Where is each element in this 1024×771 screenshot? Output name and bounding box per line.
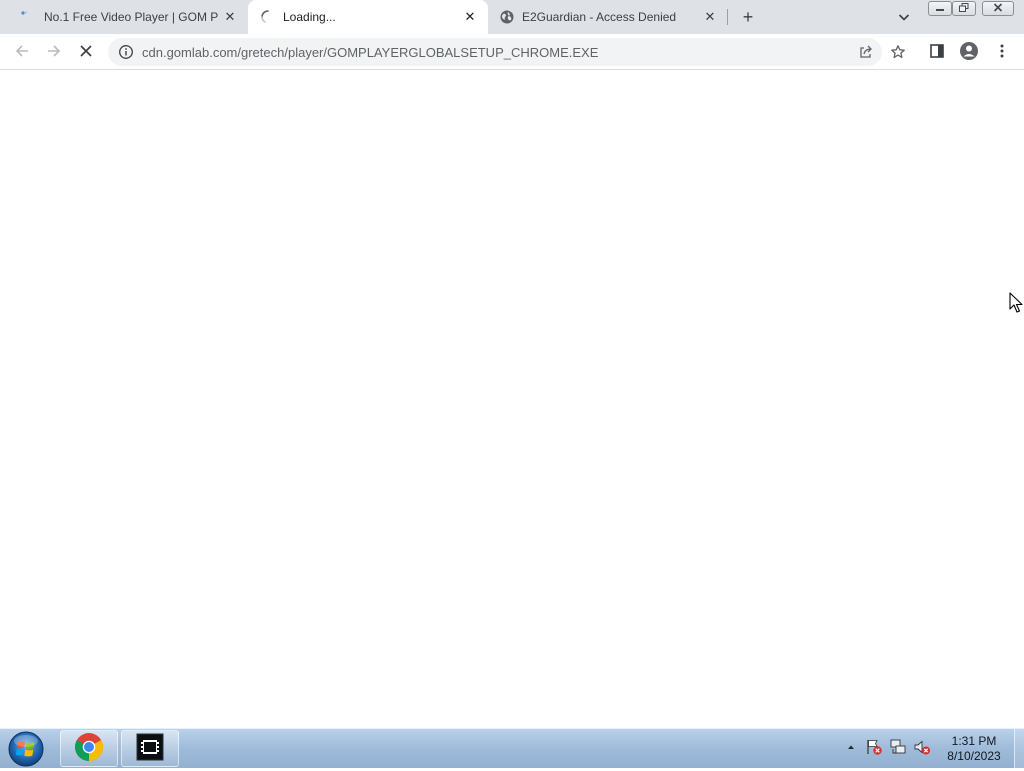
- avatar-icon: [959, 41, 979, 64]
- new-tab-button[interactable]: +: [736, 5, 760, 29]
- chrome-icon: [74, 732, 104, 765]
- tab-gom-player[interactable]: No.1 Free Video Player | GOM Pl ✕: [8, 0, 248, 34]
- restore-icon: [959, 3, 969, 14]
- profile-button[interactable]: [955, 38, 983, 66]
- media-center-icon: [135, 732, 165, 765]
- clock-date: 8/10/2023: [947, 749, 1001, 763]
- menu-button[interactable]: [988, 38, 1016, 66]
- address-bar[interactable]: cdn.gomlab.com/gretech/player/GOMPLAYERG…: [108, 38, 905, 66]
- network-icon: [889, 738, 907, 759]
- show-hidden-icons-button[interactable]: [842, 739, 860, 757]
- share-icon[interactable]: [856, 42, 876, 62]
- minimize-button[interactable]: [928, 1, 952, 16]
- taskbar-media-center-button[interactable]: [121, 730, 179, 767]
- minimize-icon: [935, 4, 945, 14]
- arrow-left-icon: [14, 43, 30, 62]
- tab-close-button[interactable]: ✕: [222, 9, 238, 25]
- loading-spinner-icon: [260, 9, 276, 25]
- chevron-down-icon: [896, 14, 912, 28]
- forward-button[interactable]: [40, 38, 68, 66]
- mouse-cursor-icon: [1009, 292, 1023, 317]
- chevron-up-icon: [846, 741, 856, 755]
- tab-strip: No.1 Free Video Player | GOM Pl ✕ Loadin…: [0, 0, 1024, 34]
- more-vertical-icon: [994, 43, 1010, 62]
- tab-separator: [727, 9, 728, 25]
- tab-title: No.1 Free Video Player | GOM Pl: [44, 10, 218, 24]
- info-icon[interactable]: [118, 44, 134, 60]
- tab-search-button[interactable]: [896, 9, 912, 25]
- taskbar: 1:31 PM 8/10/2023: [0, 728, 1024, 768]
- start-button[interactable]: [6, 730, 46, 768]
- volume-tray-button[interactable]: [913, 739, 931, 757]
- url-text[interactable]: cdn.gomlab.com/gretech/player/GOMPLAYERG…: [142, 45, 598, 60]
- action-center-tray-button[interactable]: [865, 739, 883, 757]
- taskbar-chrome-button[interactable]: [60, 730, 118, 767]
- browser-toolbar: cdn.gomlab.com/gretech/player/GOMPLAYERG…: [0, 34, 1024, 70]
- tab-title: E2Guardian - Access Denied: [522, 10, 677, 24]
- globe-icon: [499, 9, 515, 25]
- stop-loading-button[interactable]: [72, 38, 100, 66]
- flag-warning-icon: [865, 738, 883, 759]
- windows-logo-icon: [6, 731, 46, 771]
- system-clock[interactable]: 1:31 PM 8/10/2023: [938, 734, 1010, 764]
- tab-title: Loading...: [283, 10, 336, 24]
- side-panel-icon: [929, 43, 945, 62]
- stop-icon: [78, 43, 94, 62]
- close-icon: [993, 3, 1003, 14]
- gom-favicon-icon: [20, 10, 34, 24]
- back-button[interactable]: [8, 38, 36, 66]
- page-content: [0, 70, 1024, 728]
- close-window-button[interactable]: [982, 1, 1014, 16]
- network-tray-button[interactable]: [889, 739, 907, 757]
- tab-e2guardian[interactable]: E2Guardian - Access Denied ✕: [488, 0, 728, 34]
- restore-button[interactable]: [952, 1, 976, 16]
- show-desktop-button[interactable]: [1014, 729, 1024, 768]
- arrow-right-icon: [46, 43, 62, 62]
- side-panel-button[interactable]: [923, 38, 951, 66]
- clock-time: 1:31 PM: [951, 734, 997, 748]
- volume-muted-icon: [913, 738, 931, 759]
- tab-close-button[interactable]: ✕: [462, 9, 478, 25]
- tab-loading[interactable]: Loading... ✕: [248, 0, 488, 34]
- star-icon[interactable]: [888, 42, 908, 62]
- tab-close-button[interactable]: ✕: [702, 9, 718, 25]
